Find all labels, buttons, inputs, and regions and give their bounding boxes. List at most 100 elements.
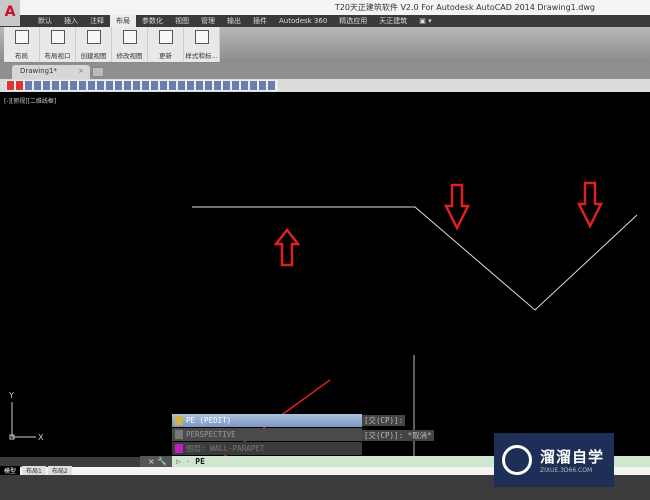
toolbar-tool-icon[interactable] [52,81,59,90]
toolbar-tool-icon[interactable] [160,81,167,90]
ribbon-tab[interactable]: 精选应用 [333,15,373,27]
toolbar-tool-icon[interactable] [88,81,95,90]
arrow-down-icon [576,181,604,229]
autocomplete-item[interactable]: PERSPECTIVE [172,428,362,441]
toolbar-tool-icon[interactable] [43,81,50,90]
ribbon-button-icon [86,30,101,44]
autocomplete-label: PERSPECTIVE [186,430,236,439]
ribbon-button[interactable]: 修改视图 [112,27,148,62]
toolbar-tool-icon[interactable] [115,81,122,90]
command-input-value: PE [195,457,205,466]
toolbar-tool-icon[interactable] [169,81,176,90]
polyline-entity [192,206,638,311]
ribbon-button[interactable]: 布局视口 [40,27,76,62]
ribbon-button-icon [158,30,173,44]
toolbar-tool-icon[interactable] [241,81,248,90]
toolbar-tool-icon[interactable] [259,81,266,90]
command-history-line: [交(CP)]: [362,415,406,426]
toolbar-tool-icon[interactable] [34,81,41,90]
toolbar-tool-icon[interactable] [79,81,86,90]
watermark-url: ZIXUE.3D66.COM [540,467,593,474]
ribbon-tab[interactable]: 插入 [58,15,84,27]
ribbon-button-icon [122,30,137,44]
ribbon-button-icon [14,30,29,44]
ribbon-button-label: 样式和标... [185,52,218,60]
toolbar-tool-icon[interactable] [142,81,149,90]
command-prompt-icon: ▷ · [176,457,191,466]
file-tab-drawing1[interactable]: Drawing1* × [12,65,90,79]
ribbon-button-label: 修改视图 [116,52,143,60]
file-tab-label: Drawing1* [20,67,58,75]
toolbar-tool-icon[interactable] [7,81,14,90]
toolbar-tool-icon[interactable] [25,81,32,90]
layout-tabs: 模型 布局1 布局2 [0,466,72,475]
drawing-svg: Y X [8,181,638,457]
layout-tab[interactable]: 布局2 [47,466,72,475]
ribbon-panel-layout: 布局 布局视口 创建视图 修改视图 更新 样式和标... [4,27,220,62]
close-icon[interactable]: × [78,67,84,75]
ribbon-tab[interactable]: 参数化 [136,15,169,27]
autocomplete-label: 图层: WALL-PARAPET [186,444,265,453]
watermark-logo: 溜溜自学 ZIXUE.3D66.COM [494,433,614,487]
ribbon-button[interactable]: 样式和标... [184,27,220,62]
toolbar-tool-icon[interactable] [214,81,221,90]
ribbon-tab[interactable]: 注释 [84,15,110,27]
toolbar-tool-icon[interactable] [124,81,131,90]
application-menu-button[interactable]: A [0,0,20,26]
new-tab-button[interactable] [92,67,104,77]
toolbar-tool-icon[interactable] [250,81,257,90]
toolbar-tool-icon[interactable] [187,81,194,90]
arrow-up-icon [273,227,301,267]
ribbon-tab[interactable]: ▣ ▾ [413,15,437,27]
ribbon-button[interactable]: 布局 [4,27,40,62]
ribbon-tab[interactable]: 管理 [195,15,221,27]
ribbon-tab[interactable]: 插件 [247,15,273,27]
ucs-x-label: X [38,433,44,442]
layout-tab[interactable]: 布局1 [22,466,46,475]
autocomplete-item[interactable]: PE (PEDIT) [172,414,362,427]
ribbon-button-label: 创建视图 [80,52,107,60]
play-icon [502,445,532,475]
window-title: T20天正建筑软件 V2.0 For Autodesk AutoCAD 2014… [334,3,595,12]
toolbar-tool-icon[interactable] [196,81,203,90]
item-icon [175,416,183,425]
toolbar-tool-icon[interactable] [70,81,77,90]
ribbon-button-icon [50,30,65,44]
ribbon-tab[interactable]: 视图 [169,15,195,27]
ucs-icon [9,402,36,440]
toolbar-tool-icon[interactable] [205,81,212,90]
layout-tab[interactable]: 模型 [0,466,21,475]
item-icon [175,430,183,439]
toolbar-tool-icon[interactable] [16,81,23,90]
ribbon-button-label: 更新 [159,52,172,60]
ribbon-tab[interactable]: 输出 [221,15,247,27]
ribbon-button-icon [194,30,209,44]
ribbon-tab[interactable]: Autodesk 360 [273,15,333,27]
watermark-name: 溜溜自学 [540,448,605,466]
autocomplete-item[interactable]: 图层: WALL-PARAPET [172,442,362,455]
ribbon-tab-bar: 默认 插入 注释 布局 参数化 视图 管理 输出 插件 Autodesk 360 精选应用 天正建筑 ▣… [20,15,650,27]
toolbar-tool-icon[interactable] [223,81,230,90]
toolbar-tool-icon[interactable] [133,81,140,90]
ribbon-tab[interactable]: 布局 [110,15,136,27]
tool-icons [6,80,278,91]
autocomplete-label: PE (PEDIT) [186,416,232,425]
toolbar-tool-icon[interactable] [61,81,68,90]
toolbar-tool-icon[interactable] [97,81,104,90]
ribbon-button[interactable]: 更新 [148,27,184,62]
ribbon-button[interactable]: 创建视图 [76,27,112,62]
toolbar-tool-icon[interactable] [151,81,158,90]
toolbar-tool-icon[interactable] [106,81,113,90]
title-bar: T20天正建筑软件 V2.0 For Autodesk AutoCAD 2014… [0,0,650,15]
item-icon [175,444,183,453]
ribbon-tab[interactable]: 天正建筑 [373,15,413,27]
ribbon-tab[interactable]: 默认 [32,15,58,27]
command-history-line: [交(CP)]: *取消* [362,430,434,441]
ribbon-button-label: 布局 [15,52,28,60]
toolbar-tool-icon[interactable] [268,81,275,90]
command-input[interactable]: ▷ · PE [176,457,205,466]
ucs-y-label: Y [8,391,14,400]
toolbar-tool-icon[interactable] [178,81,185,90]
toolbar-tool-icon[interactable] [232,81,239,90]
arrow-down-icon [443,183,471,231]
